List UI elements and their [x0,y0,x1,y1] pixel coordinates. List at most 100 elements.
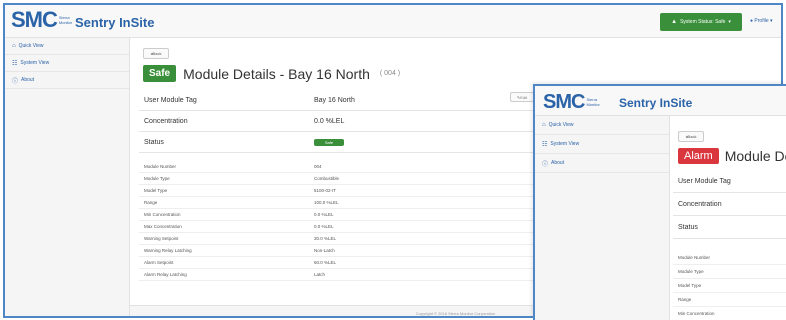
row-label: Range [144,200,158,205]
sidebar-item-quick-view[interactable]: ⌂ Quick View [535,116,669,135]
profile-menu[interactable]: ● Profile ▾ [750,18,773,24]
sidebar-item-about[interactable]: ⓘ About [535,154,669,173]
table-row: User Module Tag Bay 16 North [139,90,539,111]
status-badge: Safe [143,65,177,82]
sidebar: ⌂ Quick View ☷ System View ⓘ About [535,116,670,320]
table-row: Alarm Setpoint 60.0 %LEL [139,257,539,269]
row-label: Alarm Setpoint [144,260,174,265]
status-pill: Safe [314,138,344,146]
table-row: Min Concentration [673,307,786,320]
row-label: Concentration [144,117,188,125]
row-value: Latch [314,272,326,277]
row-value: Combustible [314,176,340,181]
sidebar-item-system-view[interactable]: ☷ System View [5,55,129,72]
table-row: Warning Setpoint 30.0 %LEL [139,233,539,245]
sitemap-icon: ☷ [542,141,548,148]
sidebar-item-label: Quick View [548,122,574,128]
page-header: Alarm Module De [678,148,786,164]
row-value: Bay 16 North [314,96,355,104]
home-icon: ⌂ [12,43,16,49]
sitemap-icon: ☷ [12,60,18,67]
top-navbar: SMC Sierra Monitor Sentry InSite ▲ Syste… [5,5,781,38]
row-label: Min Concentration [144,212,181,217]
sidebar-item-label: About [551,160,565,166]
module-detail-table: Module Number Module Type Model Type Ran… [673,251,786,320]
front-window: SMC Sierra Monitor Sentry InSite ⌂ Quick… [533,84,786,320]
back-button[interactable]: ◂ Back [678,131,704,142]
logo-mark: SMC [11,7,58,32]
table-row: Module Type [673,265,786,279]
table-row: Model Type 5100-02-IT [139,185,539,197]
table-row: Min Concentration 0.0 %LEL [139,209,539,221]
table-row: Range 100.0 %LEL [139,197,539,209]
page-header: Safe Module Details - Bay 16 North ( 004… [143,65,400,82]
sidebar-item-label: About [21,77,35,83]
page-title: Module De [724,148,786,164]
row-value: 0.0 %LEL [314,224,334,229]
table-row: Module Type Combustible [139,173,539,185]
system-status-label: System Status: Safe [680,19,726,25]
row-label: Status [144,138,164,146]
sidebar-item-about[interactable]: ⓘ About [5,72,129,89]
table-row: Module Number [673,251,786,265]
table-row: Concentration [673,193,786,216]
table-row: Max Concentration 0.0 %LEL [139,221,539,233]
sidebar-item-label: System View [20,60,50,66]
row-value: 5100-02-IT [314,188,337,193]
row-label: Alarm Relay Latching [144,272,187,277]
back-button-label: Back [687,134,697,139]
smc-logo[interactable]: SMC Sierra Monitor [543,92,606,112]
brand-title[interactable]: Sentry InSite [75,15,154,30]
row-label: Model Type [144,188,168,193]
table-row: Alarm Relay Latching Latch [139,269,539,281]
table-row: Model Type [673,279,786,293]
logo-mark: SMC [543,91,585,113]
row-value: 0.0 %LEL [314,117,345,125]
row-value: 0.0 %LEL [314,212,334,217]
info-icon: ⓘ [542,161,549,168]
sidebar-item-system-view[interactable]: ☷ System View [535,135,669,154]
table-row: User Module Tag [673,170,786,193]
sidebar-item-quick-view[interactable]: ⌂ Quick View [5,38,129,55]
table-row: Range [673,293,786,307]
caret-down-icon: ▾ [770,18,773,24]
table-row: Status [673,216,786,239]
logo-tagline: Sierra Monitor [586,97,600,107]
home-icon: ⌂ [542,122,546,128]
row-value: Non-Latch [314,248,335,253]
smc-logo[interactable]: SMC Sierra Monitor [11,7,79,32]
module-code: ( 004 ) [379,70,401,77]
user-icon: ● [750,18,754,24]
row-label: Warning Setpoint [144,236,179,241]
top-navbar: SMC Sierra Monitor Sentry InSite [535,86,786,116]
table-row: Module Number 004 [139,161,539,173]
table-row: Status Safe [139,132,539,153]
back-button[interactable]: ◂ Back [143,48,169,59]
module-summary-table: User Module Tag Bay 16 North Concentrati… [139,90,539,153]
bell-icon: ▲ [671,19,678,25]
table-row: Concentration 0.0 %LEL [139,111,539,132]
status-badge: Alarm [678,148,719,164]
row-label: Module Type [144,176,170,181]
page-title: Module Details - Bay 16 North [183,65,370,82]
profile-label: Profile [754,18,769,24]
module-summary-table: User Module Tag Concentration Status [673,170,786,239]
row-label: User Module Tag [144,96,197,104]
row-label: Warning Relay Latching [144,248,192,253]
table-row: Warning Relay Latching Non-Latch [139,245,539,257]
caret-down-icon: ▾ [728,19,731,25]
row-value: 60.0 %LEL [314,260,337,265]
row-value: 30.0 %LEL [314,236,337,241]
row-value: Safe [314,138,539,146]
info-icon: ⓘ [12,78,19,85]
back-button-label: Back [152,51,162,56]
system-status-button[interactable]: ▲ System Status: Safe ▾ [660,13,742,31]
brand-title[interactable]: Sentry InSite [619,96,692,110]
row-value: 004 [314,164,322,169]
module-detail-table: Module Number 004 Module Type Combustible … [139,161,539,281]
sidebar: ⌂ Quick View ☷ System View ⓘ About [5,38,130,316]
row-label: Max Concentration [144,224,182,229]
row-value: 100.0 %LEL [314,200,339,205]
row-label: Module Number [144,164,177,169]
sidebar-item-label: Quick View [18,43,44,49]
